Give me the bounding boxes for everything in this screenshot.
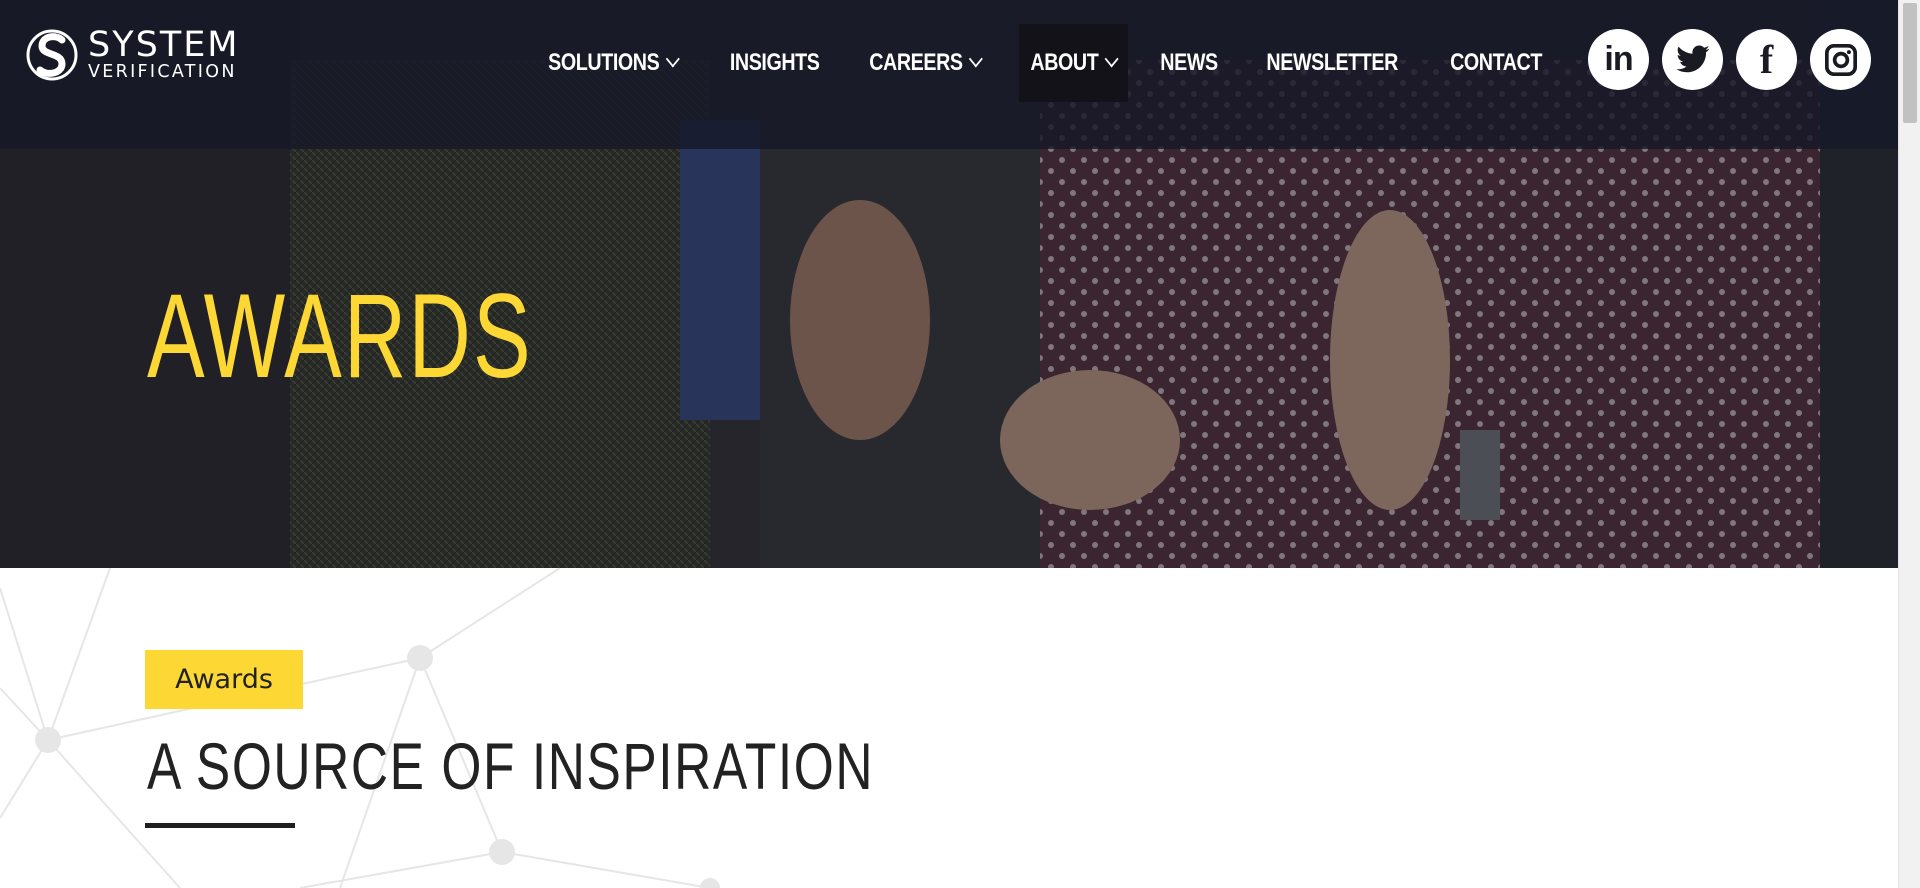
scrollbar-thumb[interactable] <box>1903 3 1917 123</box>
facebook-icon: f <box>1759 37 1774 82</box>
chevron-down-icon <box>665 50 680 68</box>
section-title: A SOURCE OF INSPIRATION <box>147 729 875 803</box>
nav-about[interactable]: ABOUT <box>1018 24 1128 102</box>
nav-insights[interactable]: INSIGHTS <box>718 24 831 102</box>
site-header: SYSTEM VERIFICATION SOLUTIONS INSIGHTS C… <box>0 0 1898 149</box>
logo-line1: SYSTEM <box>88 25 240 66</box>
instagram-button[interactable] <box>1810 29 1871 90</box>
linkedin-button[interactable]: in <box>1588 29 1649 90</box>
chevron-down-icon <box>968 50 983 68</box>
main-content: Awards A SOURCE OF INSPIRATION <box>0 568 1898 888</box>
instagram-icon <box>1824 43 1857 76</box>
logo-line2: VERIFICATION <box>88 62 237 83</box>
nav-newsletter[interactable]: NEWSLETTER <box>1254 24 1408 102</box>
title-underline <box>145 823 295 828</box>
facebook-button[interactable]: f <box>1736 29 1797 90</box>
nav-contact[interactable]: CONTACT <box>1438 24 1553 102</box>
vertical-scrollbar[interactable] <box>1898 0 1920 888</box>
page-title: AWARDS <box>147 269 533 403</box>
twitter-icon <box>1676 44 1709 72</box>
nav-solutions-label: SOLUTIONS <box>548 49 660 76</box>
nav-contact-label: CONTACT <box>1449 49 1542 76</box>
linkedin-icon: in <box>1604 40 1633 78</box>
chevron-down-icon <box>1104 50 1119 68</box>
nav-solutions[interactable]: SOLUTIONS <box>537 24 689 102</box>
section-tag: Awards <box>145 650 303 709</box>
s-logo-icon <box>26 29 78 81</box>
nav-insights-label: INSIGHTS <box>729 49 820 76</box>
nav-news[interactable]: NEWS <box>1148 24 1228 102</box>
nav-careers-label: CAREERS <box>869 49 963 76</box>
site-logo[interactable]: SYSTEM VERIFICATION <box>26 26 240 84</box>
nav-careers[interactable]: CAREERS <box>858 24 992 102</box>
nav-newsletter-label: NEWSLETTER <box>1265 49 1398 76</box>
nav-about-label: ABOUT <box>1030 49 1099 76</box>
nav-news-label: NEWS <box>1159 49 1218 76</box>
social-links: in f <box>1588 29 1871 90</box>
logo-text: SYSTEM VERIFICATION <box>88 28 240 82</box>
twitter-button[interactable] <box>1662 29 1723 90</box>
main-nav: SOLUTIONS INSIGHTS CAREERS ABOUT NEWS NE… <box>520 24 1566 102</box>
